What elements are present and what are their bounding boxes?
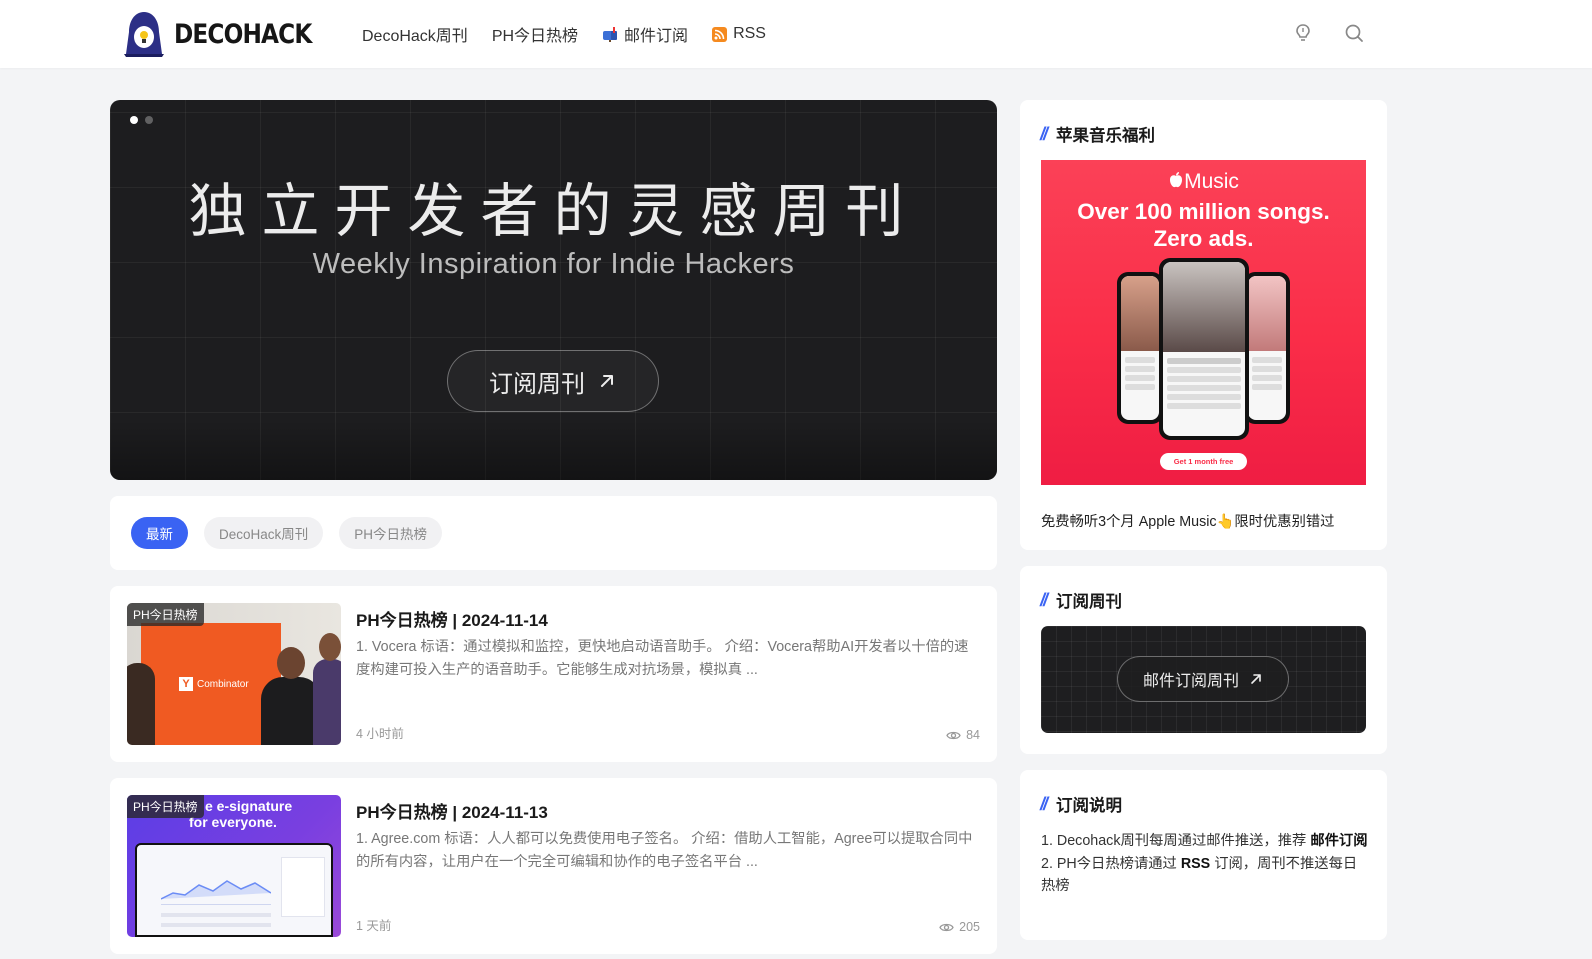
mockup-row <box>161 923 271 927</box>
ad-headline-line: Over 100 million songs. <box>1077 199 1330 224</box>
slash-mark-icon: // <box>1040 793 1048 814</box>
ad-logo-text: Music <box>1184 170 1239 193</box>
nav-item-rss[interactable]: RSS <box>712 25 766 43</box>
button-label: 订阅周刊 <box>489 370 585 398</box>
note-text: 2. PH今日热榜请通过 <box>1041 855 1181 872</box>
yc-text: Combinator <box>197 678 249 690</box>
post-thumbnail[interactable]: e e-signature for everyone. PH今日热榜 <box>127 795 341 937</box>
sidebar-notes-card: // 订阅说明 1. Decohack周刊每周通过邮件推送，推荐 邮件订阅 2.… <box>1020 770 1387 940</box>
nav-item-email-subscribe[interactable]: 邮件订阅 <box>602 22 688 46</box>
section-heading-text: 苹果音乐福利 <box>1056 127 1156 145</box>
post-title[interactable]: PH今日热榜 | 2024-11-13 <box>356 798 548 823</box>
apple-music-logo: Music <box>1041 170 1366 194</box>
hacker-mascot-icon <box>124 12 164 57</box>
post-card[interactable]: e e-signature for everyone. PH今日热榜 PH今日热… <box>110 778 997 954</box>
post-views: 205 <box>939 920 980 934</box>
person-figure <box>261 677 321 745</box>
thumb-headline: e e-signature <box>205 798 293 814</box>
nav-item-label: 邮件订阅 <box>624 28 689 45</box>
slider-dot-2[interactable] <box>145 116 153 124</box>
arrow-up-right-icon <box>601 375 613 387</box>
note-text: 1. Decohack周刊每周通过邮件推送，推荐 <box>1041 833 1311 849</box>
subscribe-weekly-button[interactable]: 订阅周刊 <box>447 350 659 412</box>
subscribe-box: 邮件订阅周刊 <box>1041 626 1366 733</box>
note-line: 1. Decohack周刊每周通过邮件推送，推荐 邮件订阅 <box>1041 830 1369 853</box>
post-views: 84 <box>946 728 980 742</box>
section-heading: // 订阅说明 <box>1040 792 1122 816</box>
rss-icon <box>712 26 728 42</box>
app-mockup <box>135 843 333 937</box>
get-free-month-button[interactable]: Get 1 month free <box>1160 453 1247 470</box>
post-title[interactable]: PH今日热榜 | 2024-11-14 <box>356 606 548 631</box>
hero-subtitle: Weekly Inspiration for Indie Hackers <box>312 248 795 280</box>
section-heading-text: 订阅周刊 <box>1056 593 1123 611</box>
post-category-badge: PH今日热榜 <box>127 795 204 818</box>
mockup-calendar <box>281 857 325 917</box>
phone-mockup <box>1159 258 1249 440</box>
sidebar-music-card: // 苹果音乐福利 Music Over 100 million songs. … <box>1020 100 1387 550</box>
search-icon[interactable] <box>1343 22 1365 44</box>
nav-item-label: RSS <box>733 25 766 42</box>
post-time: 1 天前 <box>356 919 392 933</box>
section-heading: // 苹果音乐福利 <box>1040 122 1155 146</box>
yc-letter: Y <box>179 677 193 691</box>
logo-text: DECOHACK <box>174 18 312 50</box>
person-figure <box>277 647 305 679</box>
post-thumbnail[interactable]: Y Combinator PH今日热榜 <box>127 603 341 745</box>
views-count: 84 <box>966 728 980 742</box>
tab-ph-daily[interactable]: PH今日热榜 <box>339 517 443 549</box>
nav-item-label: PH今日热榜 <box>491 28 579 45</box>
post-card[interactable]: Y Combinator PH今日热榜 PH今日热榜 | 2024-11-14 … <box>110 586 997 762</box>
mockup-chart <box>160 873 272 905</box>
apple-logo-icon <box>1170 172 1183 188</box>
post-time: 4 小时前 <box>356 727 404 741</box>
subscribe-notes: 1. Decohack周刊每周通过邮件推送，推荐 邮件订阅 2. PH今日热榜请… <box>1041 830 1369 898</box>
ad-headline-line: Zero ads. <box>1153 226 1254 251</box>
nav-item-label: DecoHack周刊 <box>362 28 468 45</box>
apple-music-ad[interactable]: Music Over 100 million songs. Zero ads. … <box>1041 160 1366 485</box>
post-excerpt: 1. Agree.com 标语：人人都可以免费使用电子签名。 介绍：借助人工智能… <box>356 831 973 870</box>
mailbox-icon <box>603 27 618 42</box>
tab-latest[interactable]: 最新 <box>131 517 188 549</box>
yc-logo: Y Combinator <box>179 677 249 691</box>
eye-icon <box>946 731 961 739</box>
person-figure <box>319 633 341 661</box>
nav-item-ph-daily[interactable]: PH今日热榜 <box>492 22 578 46</box>
theme-toggle-icon[interactable] <box>1292 22 1314 44</box>
tab-decohack-weekly[interactable]: DecoHack周刊 <box>204 517 324 549</box>
sidebar-subscribe-card: // 订阅周刊 邮件订阅周刊 <box>1020 566 1387 754</box>
note-line: 2. PH今日热榜请通过 RSS 订阅，周刊不推送每日热榜 <box>1041 853 1369 898</box>
person-figure <box>127 663 155 745</box>
slash-mark-icon: // <box>1040 589 1048 610</box>
note-emphasis: 邮件订阅 <box>1310 833 1368 849</box>
section-heading: // 订阅周刊 <box>1040 588 1122 612</box>
post-category-badge: PH今日热榜 <box>127 603 204 626</box>
views-count: 205 <box>959 920 980 934</box>
ad-headline: Over 100 million songs. Zero ads. <box>1041 198 1366 252</box>
section-heading-text: 订阅说明 <box>1056 797 1123 815</box>
music-ad-description[interactable]: 免费畅听3个月 Apple Music👆限时优惠别错过 <box>1041 510 1334 531</box>
site-header: DECOHACK DecoHack周刊 PH今日热榜 邮件订阅 RSS <box>0 0 1592 68</box>
post-excerpt: 1. Vocera 标语：通过模拟和监控，更快地启动语音助手。 介绍：Vocer… <box>356 639 969 678</box>
main-nav: DecoHack周刊 PH今日热榜 邮件订阅 RSS <box>362 0 766 68</box>
phone-mockup <box>1244 272 1290 424</box>
slash-mark-icon: // <box>1040 123 1048 144</box>
hero-banner: 独立开发者的灵感周刊 Weekly Inspiration for Indie … <box>110 100 997 480</box>
mockup-row <box>161 913 271 917</box>
note-emphasis: RSS <box>1180 855 1211 872</box>
nav-item-decohack-weekly[interactable]: DecoHack周刊 <box>362 22 468 46</box>
category-tabs: 最新 DecoHack周刊 PH今日热榜 <box>110 496 997 570</box>
arrow-up-right-icon <box>1251 674 1261 684</box>
phone-mockup <box>1117 272 1163 424</box>
button-label: 邮件订阅周刊 <box>1142 673 1239 690</box>
mockup-chart-line <box>160 880 272 900</box>
eye-icon <box>939 923 954 931</box>
person-figure <box>313 659 341 745</box>
slider-dot-1[interactable] <box>130 116 138 124</box>
hero-title: 独立开发者的灵感周刊 <box>188 177 919 245</box>
hero-shade <box>110 420 997 480</box>
email-subscribe-button[interactable]: 邮件订阅周刊 <box>1117 656 1289 702</box>
logo[interactable]: DECOHACK <box>122 10 334 58</box>
slider-dots <box>130 116 153 124</box>
